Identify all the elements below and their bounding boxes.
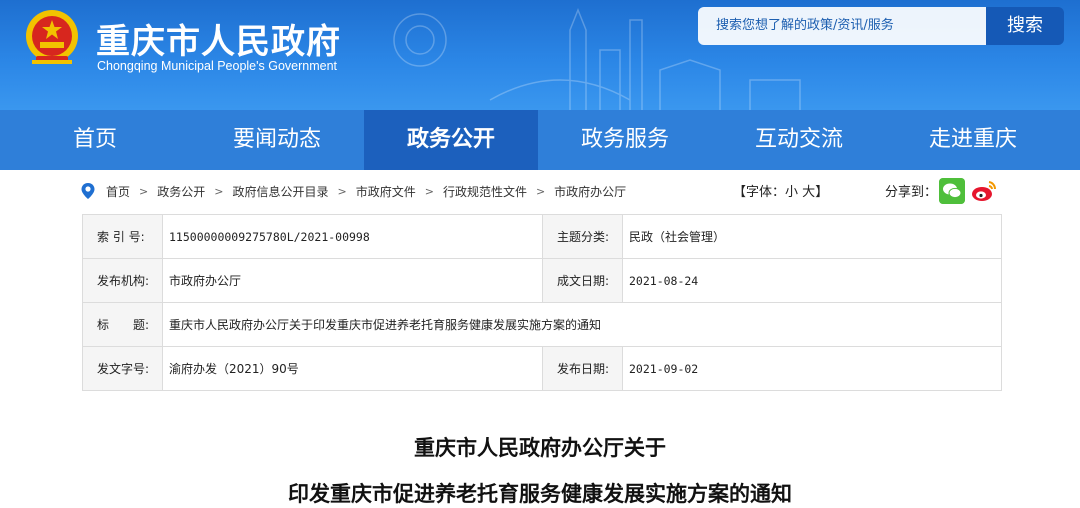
category-value: 民政（社会管理） (622, 214, 1002, 259)
site-subtitle: Chongqing Municipal People's Government (97, 59, 338, 73)
index-value: 11500000009275780L/2021-00998 (162, 214, 543, 259)
breadcrumb-separator: > (139, 184, 149, 198)
share-label: 分享到： (885, 185, 938, 200)
category-label: 主题分类: (542, 214, 623, 259)
breadcrumb-home[interactable]: 首页 (106, 183, 130, 200)
font-size-suffix: 】 (815, 185, 829, 200)
nav-item-home[interactable]: 首页 (0, 110, 190, 170)
document-title-line-2: 印发重庆市促进养老托育服务健康发展实施方案的通知 (288, 481, 792, 506)
search-button[interactable]: 搜索 (986, 7, 1064, 45)
breadcrumb-government-affairs[interactable]: 政务公开 (157, 183, 205, 200)
nav-item-government-affairs[interactable]: 政务公开 (364, 110, 538, 170)
index-label: 索 引 号: (82, 214, 163, 259)
nav-item-interaction[interactable]: 互动交流 (712, 110, 886, 170)
document-info-table: 索 引 号: 11500000009275780L/2021-00998 主题分… (82, 214, 1002, 391)
search-input[interactable] (698, 7, 986, 45)
font-size-large-button[interactable]: 大 (802, 185, 815, 200)
font-size-control: 【字体：小 大】 (733, 181, 828, 200)
breadcrumb-separator: > (424, 184, 434, 198)
breadcrumb-info-catalog[interactable]: 政府信息公开目录 (232, 183, 328, 200)
font-size-small-button[interactable]: 小 (785, 185, 798, 200)
document-title-line-1: 重庆市人民政府办公厅关于 (414, 435, 666, 460)
table-row: 标 题: 重庆市人民政府办公厅关于印发重庆市促进养老托育服务健康发展实施方案的通… (82, 302, 1002, 347)
breadcrumb-general-office[interactable]: 市政府办公厅 (554, 183, 626, 200)
breadcrumb: 首页 > 政务公开 > 政府信息公开目录 > 市政府文件 > 行政规范性文件 >… (80, 176, 1000, 206)
nav-item-services[interactable]: 政务服务 (538, 110, 712, 170)
table-row: 发布机构: 市政府办公厅 成文日期: 2021-08-24 (82, 258, 1002, 303)
main-nav: 首页 要闻动态 政务公开 政务服务 互动交流 走进重庆 (0, 110, 1080, 170)
created-date-value: 2021-08-24 (622, 258, 1002, 303)
document-number-value: 渝府办发（2021）90号 (162, 346, 543, 391)
issuer-value: 市政府办公厅 (162, 258, 543, 303)
font-size-prefix: 【字体： (733, 185, 786, 200)
location-pin-icon (81, 183, 95, 199)
published-date-value: 2021-09-02 (622, 346, 1002, 391)
breadcrumb-separator: > (337, 184, 347, 198)
breadcrumb-separator: > (535, 184, 546, 198)
published-date-label: 发布日期: (542, 346, 623, 391)
title-label: 标 题: (82, 302, 163, 347)
breadcrumb-separator: > (214, 184, 224, 198)
table-row: 索 引 号: 11500000009275780L/2021-00998 主题分… (82, 214, 1002, 259)
breadcrumb-municipal-documents[interactable]: 市政府文件 (356, 183, 416, 200)
nav-item-news[interactable]: 要闻动态 (190, 110, 364, 170)
national-emblem-icon (26, 10, 78, 64)
nav-item-about-chongqing[interactable]: 走进重庆 (886, 110, 1060, 170)
weibo-icon[interactable] (970, 178, 998, 204)
document-number-label: 发文字号: (82, 346, 163, 391)
breadcrumb-normative-documents[interactable]: 行政规范性文件 (443, 183, 527, 200)
title-value: 重庆市人民政府办公厅关于印发重庆市促进养老托育服务健康发展实施方案的通知 (162, 302, 1002, 347)
wechat-icon[interactable] (939, 178, 965, 204)
site-title: 重庆市人民政府 (96, 22, 341, 62)
created-date-label: 成文日期: (542, 258, 623, 303)
site-header: 重庆市人民政府 Chongqing Municipal People's Gov… (0, 0, 1080, 110)
issuer-label: 发布机构: (82, 258, 163, 303)
table-row: 发文字号: 渝府办发（2021）90号 发布日期: 2021-09-02 (82, 346, 1002, 391)
